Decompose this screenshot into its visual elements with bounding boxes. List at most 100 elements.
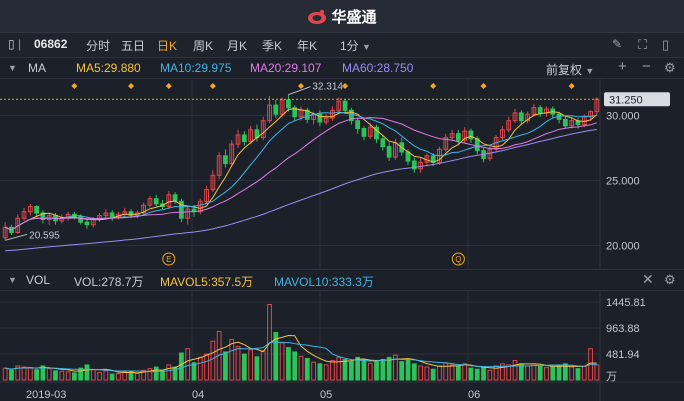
volume-bar-up bbox=[21, 366, 27, 381]
volume-bar-up bbox=[330, 360, 335, 381]
stock-code: 06862 bbox=[34, 37, 68, 51]
panel-toggle-icon[interactable]: ▯ bbox=[662, 37, 669, 53]
settings-icon[interactable]: ⚙ bbox=[664, 272, 676, 288]
volume-bar-up bbox=[569, 366, 575, 381]
volume-bar-up bbox=[462, 363, 468, 381]
minus-icon[interactable]: − bbox=[642, 58, 651, 75]
candle-down bbox=[361, 128, 367, 137]
high-annotation: 32.314 bbox=[312, 82, 343, 93]
volume-bar-up bbox=[2, 367, 8, 381]
minute-select[interactable]: 1分 ▼ bbox=[340, 37, 371, 54]
close-icon[interactable]: ✕ bbox=[642, 271, 654, 288]
time-axis-label: 2019-03 bbox=[26, 389, 66, 401]
volume-bar-down bbox=[355, 356, 361, 381]
volume-bar-up bbox=[443, 362, 449, 381]
current-price-label: 31.250 bbox=[609, 94, 643, 106]
ma60-line bbox=[5, 128, 597, 252]
volume-bar-up bbox=[298, 355, 304, 381]
candle-down bbox=[455, 133, 461, 141]
fullscreen-icon[interactable]: ⛶ bbox=[638, 37, 647, 53]
price-grid bbox=[0, 79, 601, 269]
candle-down bbox=[474, 138, 480, 152]
volume-bar-down bbox=[361, 358, 367, 381]
volume-bar-down bbox=[53, 370, 58, 381]
volume-bars bbox=[2, 303, 600, 381]
period-tab-week-k[interactable]: 周K bbox=[193, 37, 213, 54]
volume-bar-up bbox=[147, 368, 153, 381]
volume-bar-up bbox=[323, 364, 329, 381]
volume-bar-down bbox=[9, 369, 14, 381]
logo-icon bbox=[308, 9, 327, 24]
volume-bar-down bbox=[254, 356, 260, 381]
volume-bar-down bbox=[348, 360, 354, 381]
sidebar-toggle-icon[interactable]: ▯ bbox=[8, 37, 15, 51]
volume-bar-up bbox=[449, 364, 455, 381]
add-icon[interactable]: + bbox=[618, 58, 627, 75]
period-tab-day-k[interactable]: 日K bbox=[157, 37, 177, 54]
vol-tick-mid: 963.88 bbox=[606, 323, 640, 335]
volume-bar-up bbox=[367, 362, 373, 381]
mavol10-value: MAVOL10:333.3万 bbox=[274, 275, 374, 289]
ma20-value: MA20:29.107 bbox=[250, 61, 322, 75]
event-marker-e-label: E bbox=[166, 255, 171, 264]
candle-down bbox=[286, 99, 291, 109]
vol-unit: 万 bbox=[606, 371, 617, 383]
volume-bar-up bbox=[437, 365, 442, 381]
vol-value: VOL:278.7万 bbox=[74, 275, 144, 289]
volume-bar-up bbox=[197, 356, 203, 381]
volume-bar-up bbox=[424, 366, 430, 381]
collapse-icon[interactable]: ▼ bbox=[8, 275, 17, 285]
candle-down bbox=[317, 113, 323, 123]
volume-bar-down bbox=[575, 368, 581, 381]
volume-bar-down bbox=[537, 366, 543, 381]
event-marker-q[interactable]: Q bbox=[451, 252, 465, 266]
app-logo: 华盛通 bbox=[0, 6, 684, 27]
volume-bar-down bbox=[179, 352, 184, 381]
divider: | bbox=[18, 37, 22, 51]
volume-chart[interactable]: 1445.81 963.88 481.94 万 2019-03 04 05 06 bbox=[0, 290, 684, 401]
ma60-value: MA60:28.750 bbox=[342, 61, 414, 75]
period-tab-month-k[interactable]: 月K bbox=[227, 37, 247, 54]
dividend-marker bbox=[71, 83, 78, 89]
candle-down bbox=[34, 206, 40, 214]
volume-bar-down bbox=[292, 351, 298, 381]
chevron-down-icon: ▼ bbox=[362, 42, 371, 52]
ma-label: MA bbox=[28, 61, 46, 75]
volume-bar-down bbox=[386, 356, 392, 381]
candle-down bbox=[380, 138, 386, 148]
volume-bar-down bbox=[84, 364, 90, 381]
dividend-marker bbox=[480, 83, 487, 89]
volume-grid bbox=[0, 290, 684, 401]
volume-bar-up bbox=[581, 366, 587, 381]
collapse-icon[interactable]: ▼ bbox=[8, 63, 17, 73]
price-tick-25: 25.000 bbox=[606, 176, 640, 188]
period-tab-year-k[interactable]: 年K bbox=[297, 37, 317, 54]
volume-bar-down bbox=[153, 366, 159, 381]
candle-down bbox=[537, 107, 543, 114]
price-tick-20: 20.000 bbox=[606, 241, 640, 253]
price-chart[interactable]: 31.250 30.000 25.000 20.000 32.314 20.59… bbox=[0, 79, 684, 269]
candle-down bbox=[109, 212, 115, 218]
volume-bar-down bbox=[160, 370, 165, 381]
event-marker-e[interactable]: E bbox=[162, 252, 176, 266]
pencil-icon[interactable]: ✎ bbox=[612, 37, 622, 51]
volume-bar-up bbox=[46, 368, 52, 381]
app-title: 华盛通 bbox=[331, 9, 377, 26]
volume-bar-down bbox=[405, 358, 411, 381]
low-annotation: 20.595 bbox=[29, 230, 60, 241]
volume-bar-up bbox=[122, 371, 128, 381]
period-tab-quarter-k[interactable]: 季K bbox=[262, 37, 282, 54]
period-tab-five-day[interactable]: 五日 bbox=[121, 37, 145, 54]
settings-icon[interactable]: ⚙ bbox=[664, 60, 676, 76]
minute-select-value: 1分 bbox=[340, 39, 359, 53]
adjust-select[interactable]: 前复权 ▼ bbox=[546, 61, 594, 78]
volume-bar-down bbox=[481, 367, 486, 381]
volume-bar-down bbox=[550, 366, 556, 381]
time-axis-label: 06 bbox=[468, 389, 480, 401]
period-tab-minute[interactable]: 分时 bbox=[86, 37, 110, 54]
volume-bar-up bbox=[512, 360, 518, 381]
dividend-marker bbox=[128, 83, 135, 89]
event-marker-q-label: Q bbox=[455, 255, 461, 264]
candle-down bbox=[153, 198, 159, 205]
volume-bar-up bbox=[116, 373, 121, 381]
